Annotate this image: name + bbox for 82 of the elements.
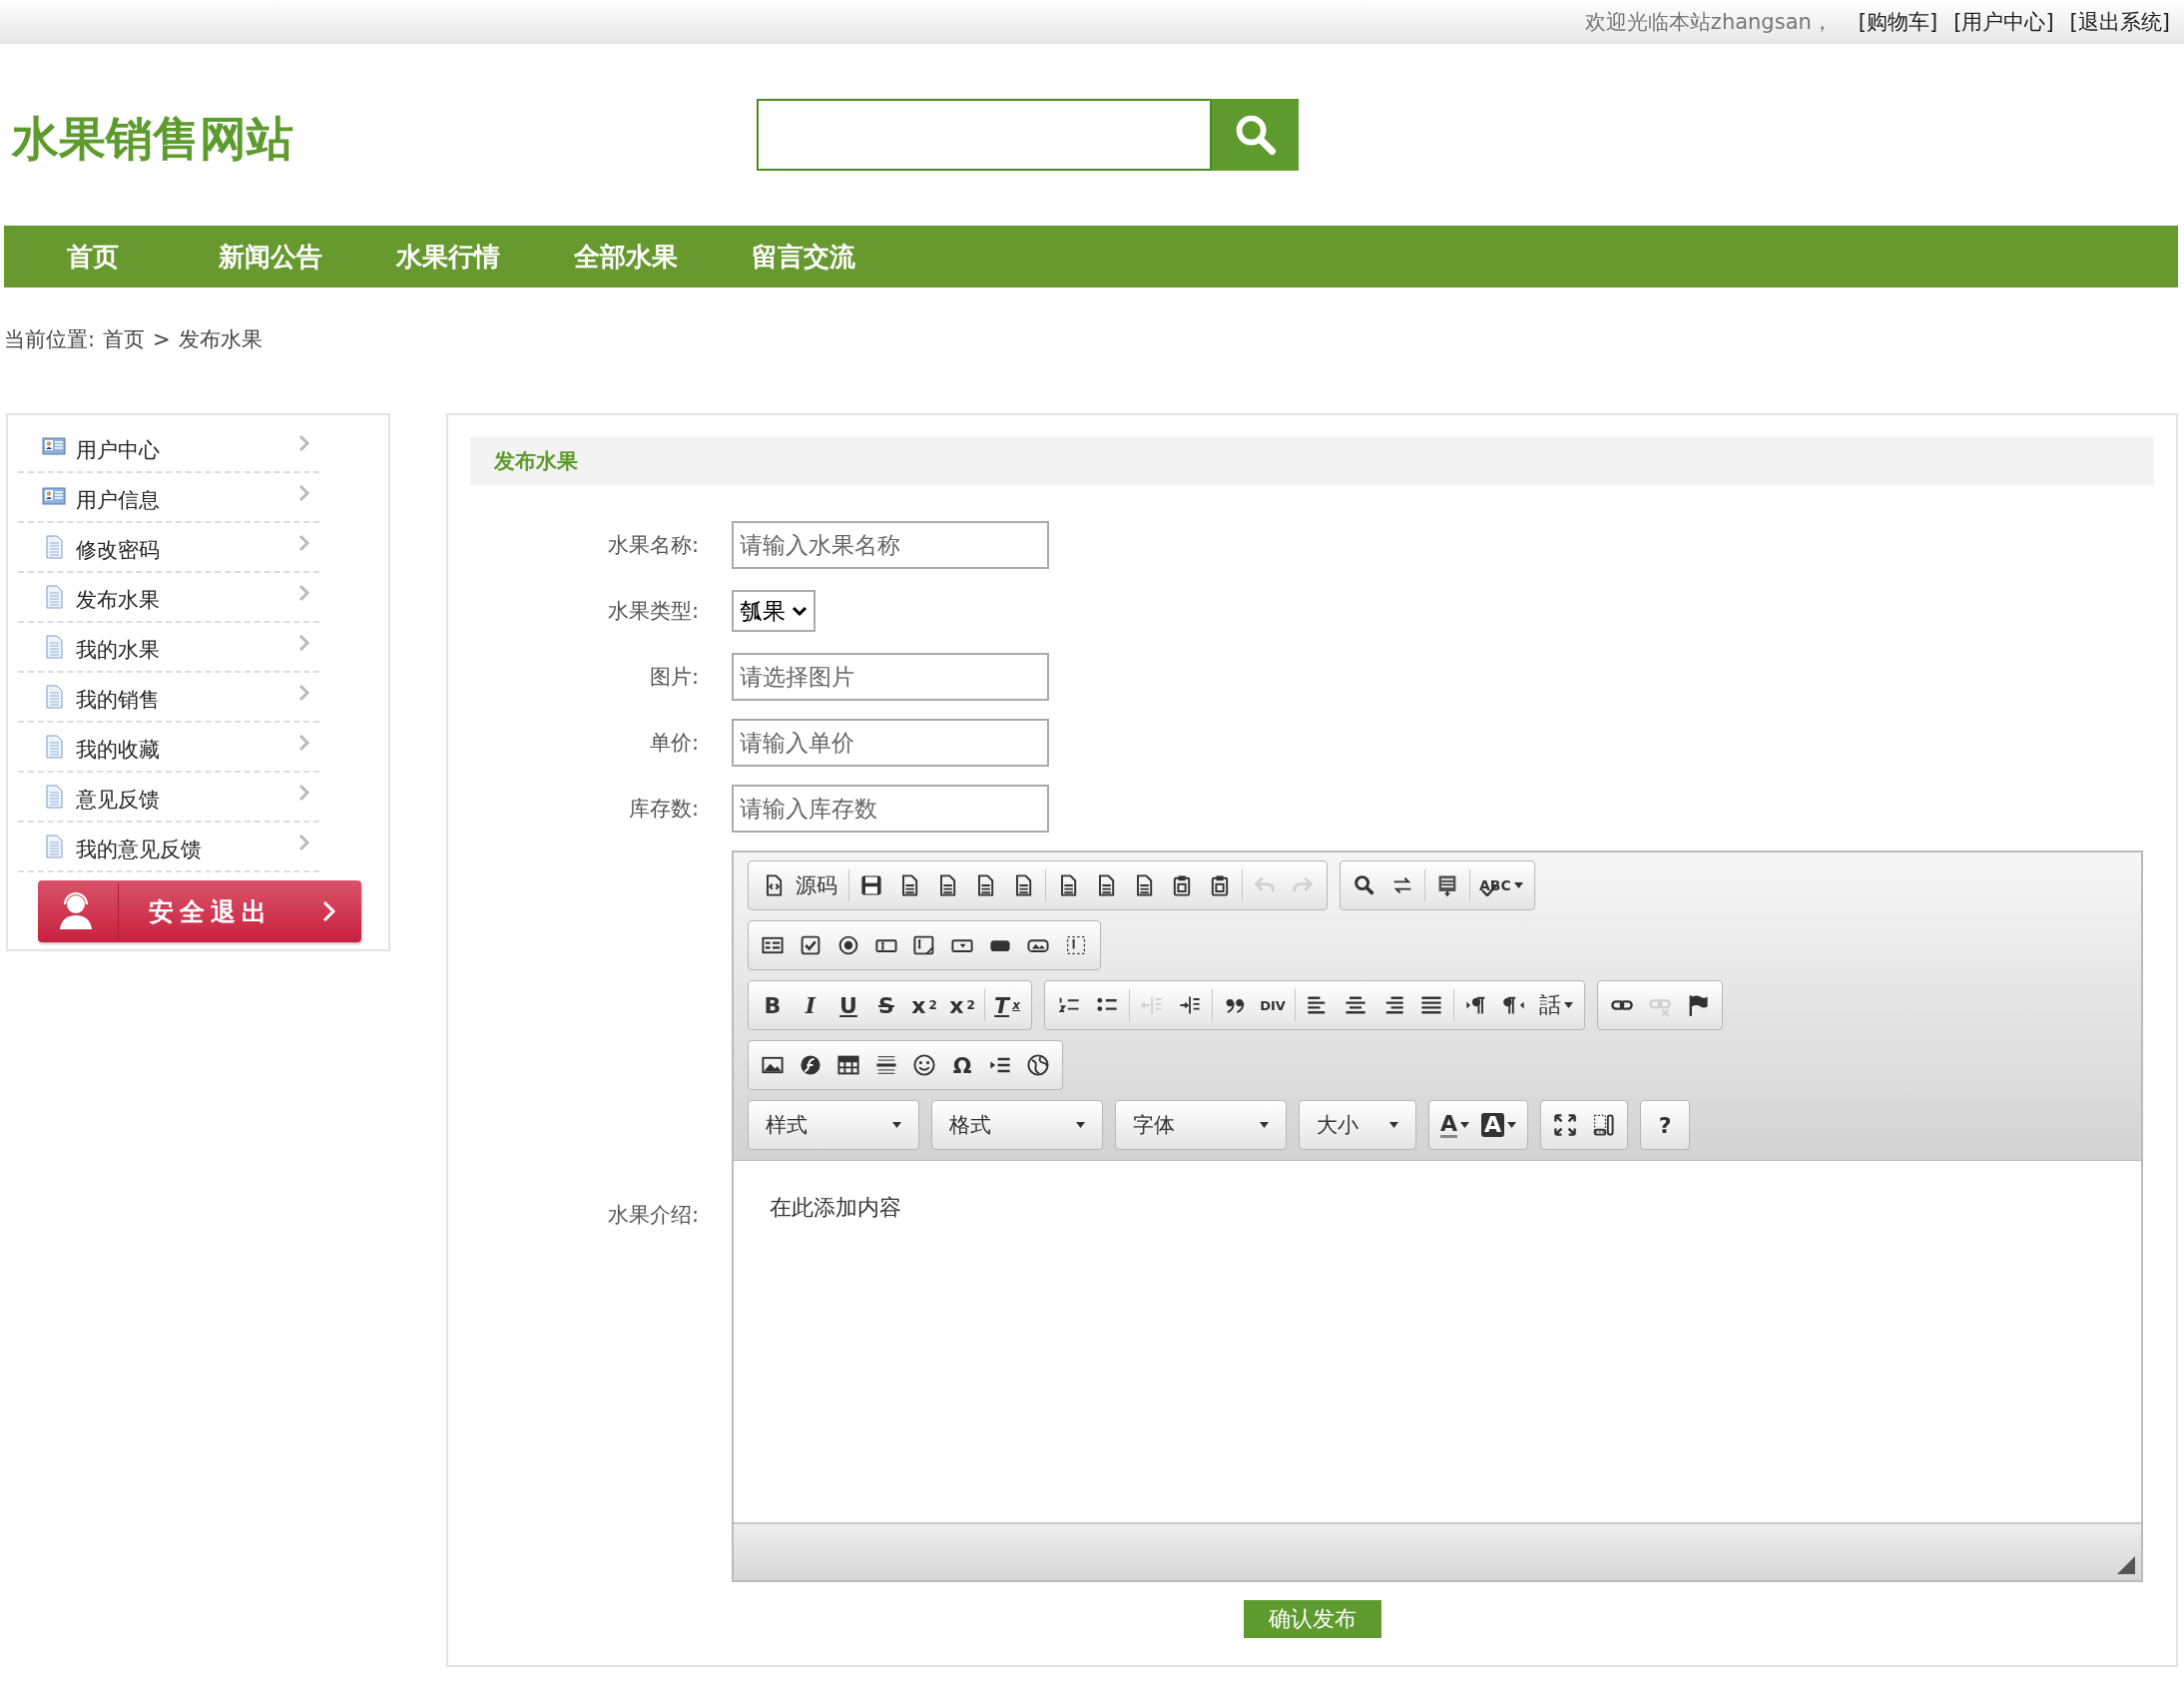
- format-button[interactable]: x$^{2}$: [943, 986, 981, 1024]
- breadcrumb-link[interactable]: 首页: [103, 325, 146, 353]
- search-button[interactable]: [1212, 99, 1299, 171]
- welcome-text: 欢迎光临本站zhangsan，: [1584, 9, 1833, 36]
- sidebar-item[interactable]: 意见反馈: [18, 773, 319, 823]
- search-field[interactable]: [757, 99, 1212, 171]
- chevron-right-icon: [297, 634, 311, 652]
- chevron-right-icon: [297, 484, 311, 502]
- smiley-icon: [912, 1053, 936, 1077]
- globe-icon: [1026, 1053, 1050, 1077]
- checkbox-icon: [799, 933, 822, 957]
- text-area-icon: [912, 933, 936, 957]
- top-link[interactable]: [退出系统]: [2069, 8, 2170, 36]
- field-label: 图片:: [648, 664, 699, 691]
- sidebar-item[interactable]: 我的水果: [18, 623, 319, 673]
- field-label: 水果介绍:: [606, 1202, 699, 1229]
- chevron-right-icon: [297, 834, 311, 851]
- hidden-field-icon: [1064, 933, 1088, 957]
- input-field[interactable]: 请输入水果名称: [732, 521, 1049, 569]
- chevron-right-icon: [297, 734, 311, 752]
- caret-icon: [1076, 1122, 1085, 1128]
- caret-icon: [1260, 1122, 1269, 1128]
- caret-icon: [1460, 1122, 1470, 1128]
- horizontal-rule-icon: [874, 1053, 898, 1077]
- background-color-button[interactable]: A: [1475, 1106, 1523, 1144]
- flash-icon: [799, 1053, 822, 1077]
- caret-icon: [1564, 1002, 1573, 1008]
- spellcheck-button[interactable]: ABC: [1473, 866, 1529, 904]
- field-label: 单价:: [648, 730, 699, 757]
- field-label: 库存数:: [627, 796, 699, 823]
- type-dropdown[interactable]: 瓠果: [732, 590, 816, 632]
- text-color-button[interactable]: A: [1434, 1106, 1476, 1144]
- chevron-right-icon: [297, 684, 311, 702]
- field-label: 水果名称:: [606, 532, 699, 559]
- top-link[interactable]: [用户中心]: [1953, 8, 2054, 36]
- chevron-right-icon: [297, 534, 311, 552]
- table-icon: [836, 1053, 860, 1077]
- chevron-down-icon: [792, 605, 808, 617]
- breadcrumb-current: 发布水果: [178, 326, 263, 353]
- show-blocks-icon: [1591, 1113, 1616, 1137]
- breadcrumb-separator: >: [153, 327, 171, 351]
- chevron-right-icon: [297, 784, 311, 802]
- sidebar-item[interactable]: 我的意见反馈: [18, 823, 319, 872]
- input-field[interactable]: 请选择图片: [732, 653, 1049, 701]
- chevron-right-icon: [321, 899, 337, 923]
- radio-icon: [836, 933, 860, 957]
- caret-icon: [1507, 1122, 1517, 1128]
- maximize-icon: [1553, 1113, 1578, 1137]
- search-icon: [1353, 873, 1376, 897]
- top-link[interactable]: [购物车]: [1858, 8, 1938, 36]
- sidebar-item[interactable]: 用户信息: [18, 473, 319, 523]
- breadcrumb-label: 当前位置:: [4, 326, 96, 353]
- sidebar-item[interactable]: 发布水果: [18, 573, 319, 623]
- format-button[interactable]: DIV: [1254, 986, 1292, 1024]
- field-label: 水果类型:: [606, 598, 699, 625]
- style-dropdown[interactable]: 大小: [1305, 1106, 1410, 1144]
- caret-icon: [1389, 1122, 1398, 1128]
- chevron-right-icon: [297, 584, 311, 602]
- style-dropdown[interactable]: 字体: [1121, 1106, 1281, 1144]
- chevron-right-icon: [297, 434, 311, 452]
- panel-title: 发布水果: [470, 437, 2154, 485]
- site-title: 水果销售网站: [10, 109, 294, 168]
- sidebar-item[interactable]: 我的收藏: [18, 723, 319, 773]
- format-button[interactable]: B: [754, 986, 792, 1024]
- sidebar-item[interactable]: 用户中心: [18, 423, 319, 473]
- format-button[interactable]: ?: [1646, 1106, 1685, 1144]
- resize-grip-icon: [2117, 1556, 2135, 1574]
- source-button[interactable]: 源码: [754, 866, 845, 904]
- logout-button[interactable]: 安全退出: [38, 880, 361, 942]
- sidebar-item[interactable]: 修改密码: [18, 523, 319, 573]
- style-dropdown[interactable]: 样式: [754, 1106, 913, 1144]
- input-field[interactable]: 请输入单价: [732, 719, 1049, 767]
- caret-icon: [1513, 882, 1523, 888]
- input-field[interactable]: 请输入库存数: [732, 785, 1049, 833]
- format-button[interactable]: Ω: [943, 1046, 981, 1084]
- language-button[interactable]: 話: [1533, 986, 1579, 1024]
- style-dropdown[interactable]: 格式: [937, 1106, 1097, 1144]
- caret-icon: [892, 1122, 901, 1128]
- format-button[interactable]: U: [829, 986, 867, 1024]
- sidebar-item[interactable]: 我的销售: [18, 673, 319, 723]
- format-button[interactable]: S: [867, 986, 905, 1024]
- format-button[interactable]: I: [792, 986, 829, 1024]
